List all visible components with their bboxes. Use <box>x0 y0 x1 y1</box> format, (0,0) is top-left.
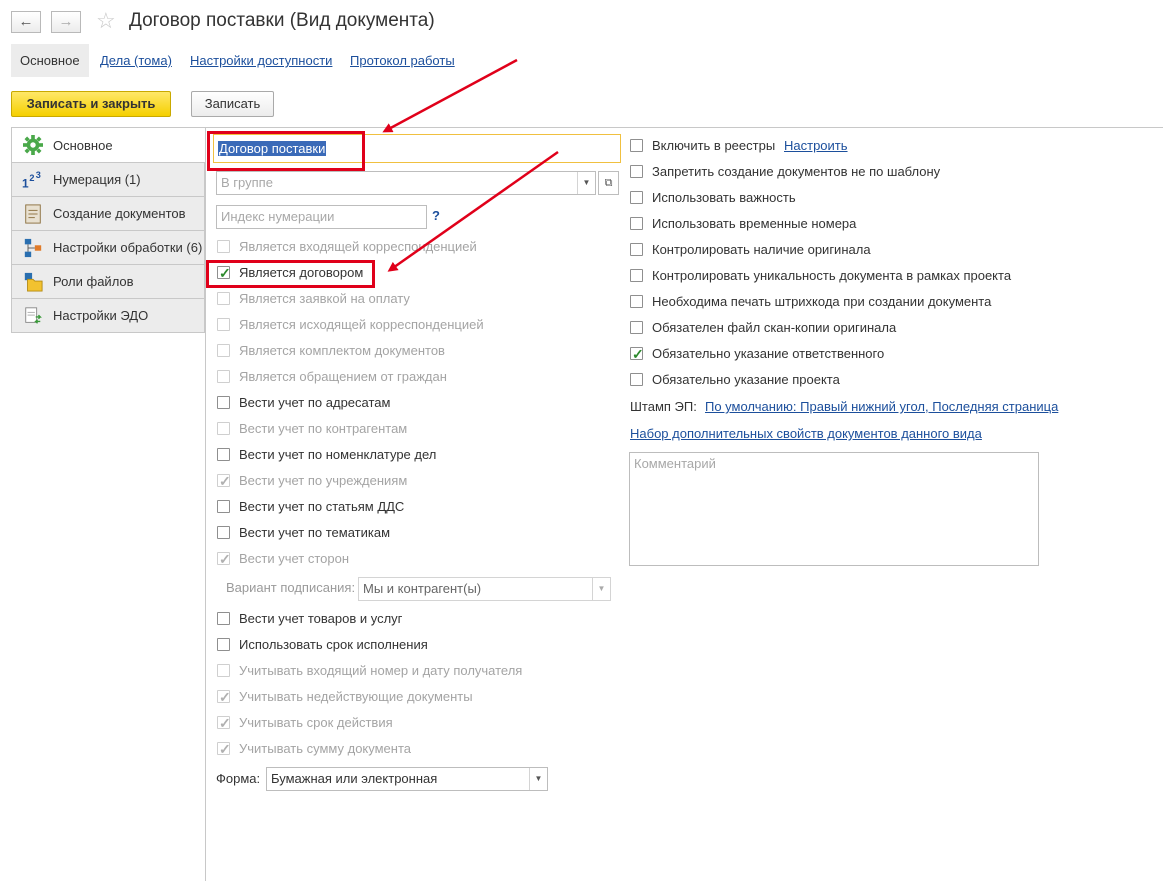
annotation-arrow <box>387 150 559 272</box>
annotation-arrow <box>382 58 518 133</box>
annotation-arrows <box>382 58 559 272</box>
